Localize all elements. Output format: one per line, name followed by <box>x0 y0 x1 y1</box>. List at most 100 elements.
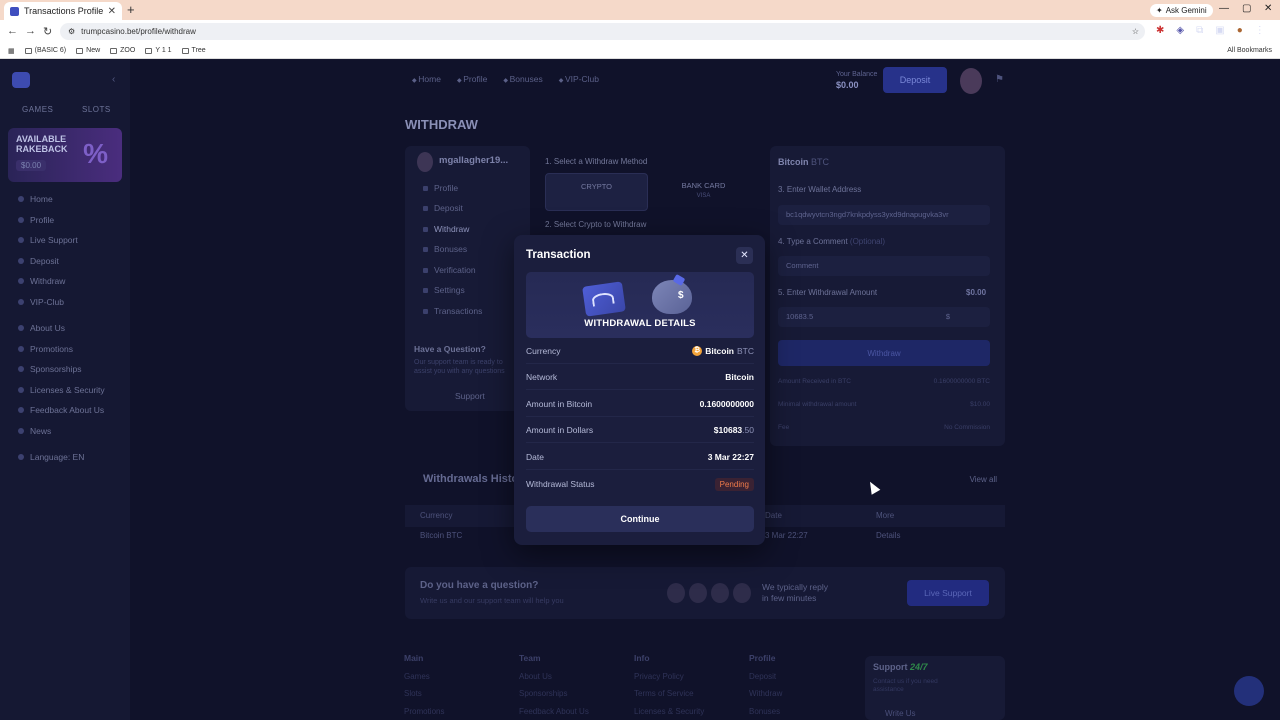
footer-link[interactable]: Withdraw <box>749 685 782 703</box>
apps-icon[interactable]: ▦ <box>8 47 15 55</box>
detail-label: Date <box>526 451 544 462</box>
rakeback-card[interactable]: AVAILABLE RAKEBACK $0.00 % <box>8 128 122 182</box>
sidebar-item-home[interactable]: Home <box>18 189 78 210</box>
sidebar-item-live-support[interactable]: Live Support <box>18 230 78 251</box>
sidebar-item-profile[interactable]: Profile <box>18 210 78 231</box>
profile-avatar-icon[interactable]: ● <box>1237 25 1243 36</box>
bookmark-item[interactable]: Tree <box>181 47 206 54</box>
sidebar-item-news[interactable]: News <box>18 421 105 442</box>
casino-logo[interactable] <box>12 72 30 88</box>
maximize-icon[interactable]: ▢ <box>1242 3 1251 14</box>
back-icon[interactable]: ← <box>7 25 18 37</box>
site-info-icon[interactable]: ⚙ <box>68 27 75 36</box>
nav-home[interactable]: Home <box>412 74 441 84</box>
bookmark-label: ZOO <box>120 47 136 54</box>
profile-menu-verification[interactable]: Verification <box>423 265 476 275</box>
bookmark-item[interactable]: Y 1 1 <box>145 47 172 54</box>
reply-time: We typically reply in few minutes <box>762 582 828 603</box>
reload-icon[interactable]: ↻ <box>43 25 52 38</box>
deposit-button[interactable]: Deposit <box>883 67 947 93</box>
sidebar-item-withdraw[interactable]: Withdraw <box>18 271 78 292</box>
view-all-link[interactable]: View all <box>970 475 997 484</box>
footer-link[interactable]: Deposit <box>749 668 782 686</box>
wallet-balance[interactable]: Your Balance $0.00 <box>836 70 877 90</box>
wallet-address-input[interactable]: bc1qdwyvtcn3ngd7knkpdyss3yxd9dnapugvka3v… <box>778 205 990 225</box>
footer-col-profile: Profile Deposit Withdraw Bonuses <box>749 650 782 720</box>
footer-link[interactable]: Bonuses <box>749 703 782 720</box>
write-us-link[interactable]: Write Us <box>885 709 916 718</box>
language-selector[interactable]: Language: EN <box>18 447 84 468</box>
new-tab-icon[interactable]: + <box>127 2 135 17</box>
address-bar[interactable]: ⚙ trumpcasino.bet/profile/withdraw ☆ <box>60 23 1145 40</box>
footer-link[interactable]: Privacy Policy <box>634 668 704 686</box>
profile-menu-deposit[interactable]: Deposit <box>423 203 463 213</box>
forward-icon[interactable]: → <box>25 25 36 37</box>
modal-close-icon[interactable]: ✕ <box>736 247 753 264</box>
sidebar-item-label: VIP-Club <box>30 296 65 307</box>
user-avatar[interactable] <box>960 68 982 94</box>
row-details[interactable]: Details <box>876 531 900 540</box>
bookmark-label: New <box>86 47 101 54</box>
sidebar-item-licenses[interactable]: Licenses & Security <box>18 380 105 401</box>
minimize-icon[interactable]: — <box>1219 3 1229 14</box>
site-favicon-icon <box>10 6 19 16</box>
profile-menu-transactions[interactable]: Transactions <box>423 306 482 316</box>
puzzle-icon[interactable]: ⧉ <box>1196 25 1203 36</box>
bookmark-item[interactable]: (BASIC 6) <box>24 47 66 54</box>
sidebar-item-deposit[interactable]: Deposit <box>18 251 78 272</box>
extension-icon[interactable]: ◈ <box>1176 25 1184 36</box>
sidebar-item-sponsorships[interactable]: Sponsorships <box>18 359 105 380</box>
tab-games[interactable]: GAMES <box>22 105 53 114</box>
extension-icon[interactable]: ✱ <box>1156 25 1164 36</box>
live-support-button[interactable]: Live Support <box>907 580 989 606</box>
step-5-label: 5. Enter Withdrawal Amount <box>778 288 878 297</box>
footer-link[interactable]: Licenses & Security <box>634 703 704 720</box>
ask-gemini-button[interactable]: ✦ Ask Gemini <box>1150 4 1213 17</box>
rakeback-title: AVAILABLE RAKEBACK <box>16 134 68 154</box>
footer-link[interactable]: Games <box>404 668 444 686</box>
collapse-sidebar-icon[interactable]: ‹ <box>112 74 115 85</box>
nav-profile[interactable]: Profile <box>457 74 487 84</box>
support-link[interactable]: Support <box>455 391 485 401</box>
sidebar-item-feedback[interactable]: Feedback About Us <box>18 400 105 421</box>
profile-menu-bonuses[interactable]: Bonuses <box>423 244 467 254</box>
continue-button[interactable]: Continue <box>526 506 754 532</box>
withdraw-button[interactable]: Withdraw <box>778 340 990 366</box>
bookmark-star-icon[interactable]: ☆ <box>1132 27 1139 36</box>
nav-bonuses[interactable]: Bonuses <box>503 74 543 84</box>
footer-link[interactable]: About Us <box>519 668 589 686</box>
profile-menu-settings[interactable]: Settings <box>423 285 465 295</box>
nav-vip-club[interactable]: VIP-Club <box>559 74 599 84</box>
folder-icon <box>145 47 153 54</box>
method-bank-card[interactable]: BANK CARD VISA <box>652 173 755 211</box>
footer-link[interactable]: Promotions <box>404 703 444 720</box>
footer-link[interactable]: Terms of Service <box>634 685 704 703</box>
bookmark-item[interactable]: New <box>76 47 100 54</box>
chat-fab-button[interactable] <box>1234 676 1264 706</box>
tab-slots[interactable]: SLOTS <box>82 105 111 114</box>
news-icon <box>18 427 24 434</box>
tab-close-icon[interactable]: ✕ <box>108 6 116 17</box>
notification-bell-icon[interactable]: ⚑ <box>995 74 1004 85</box>
user-icon <box>18 216 24 223</box>
banner-title: WITHDRAWAL DETAILS <box>584 318 696 329</box>
footer-link[interactable]: Sponsorships <box>519 685 589 703</box>
sidebar-item-vip-club[interactable]: VIP-Club <box>18 292 78 313</box>
sidebar-item-label: News <box>30 425 52 436</box>
sidebar-item-label: Feedback About Us <box>30 405 105 416</box>
sidepanel-icon[interactable]: ▣ <box>1215 25 1224 36</box>
method-crypto[interactable]: CRYPTO <box>545 173 648 211</box>
window-close-icon[interactable]: ✕ <box>1264 3 1272 14</box>
sidebar-item-promotions[interactable]: Promotions <box>18 339 105 360</box>
bookmark-item[interactable]: ZOO <box>110 47 135 54</box>
amount-input[interactable]: 10683.5 $ <box>778 307 990 327</box>
profile-menu-profile[interactable]: Profile <box>423 183 458 193</box>
footer-link[interactable]: Slots <box>404 685 444 703</box>
comment-input[interactable]: Comment <box>778 256 990 276</box>
menu-icon[interactable]: ⋮ <box>1255 25 1265 36</box>
browser-tab[interactable]: Transactions Profile ✕ <box>4 2 122 20</box>
all-bookmarks-button[interactable]: All Bookmarks <box>1227 47 1272 54</box>
footer-link[interactable]: Feedback About Us <box>519 703 589 720</box>
sidebar-item-about-us[interactable]: About Us <box>18 318 105 339</box>
profile-menu-withdraw[interactable]: Withdraw <box>423 224 469 234</box>
